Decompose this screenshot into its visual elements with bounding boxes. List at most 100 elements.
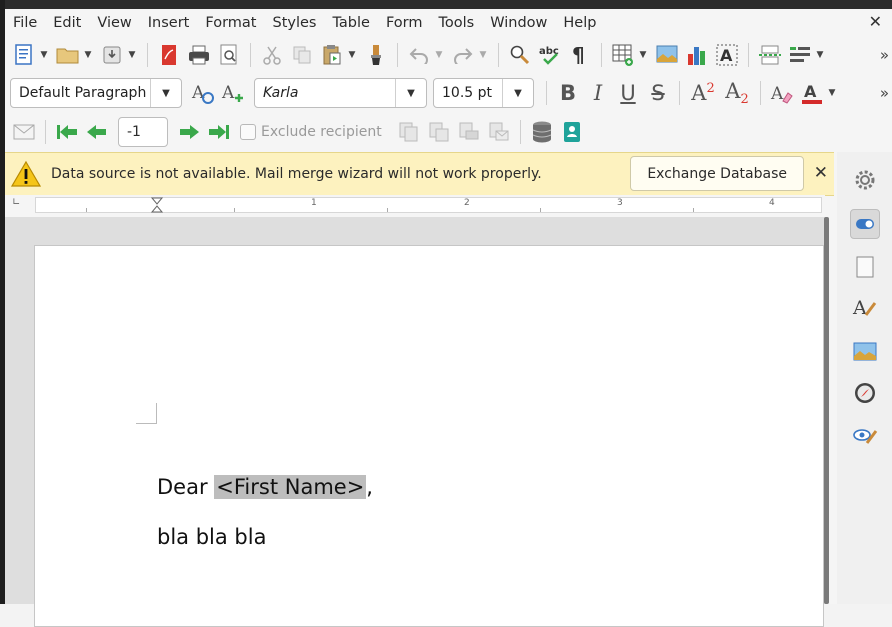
record-number-field[interactable]: -1 — [118, 117, 168, 147]
address-book-icon[interactable] — [559, 119, 585, 145]
strikethrough-button[interactable]: S — [643, 81, 673, 105]
font-color-dropdown-arrow[interactable]: ▼ — [827, 88, 837, 98]
sidebar-settings-gear-icon[interactable] — [850, 165, 880, 195]
open-folder-icon[interactable] — [55, 42, 81, 68]
print-preview-icon[interactable] — [216, 42, 242, 68]
sidebar-page-icon[interactable] — [850, 252, 880, 282]
find-replace-icon[interactable] — [507, 42, 533, 68]
font-name-combo[interactable]: Karla ▼ — [254, 78, 427, 108]
exchange-database-icon[interactable] — [529, 119, 555, 145]
formatting-marks-icon[interactable]: ¶ — [567, 42, 593, 68]
superscript-button[interactable]: A2 — [686, 81, 720, 105]
standard-toolbar-overflow-button[interactable]: » — [880, 46, 889, 64]
font-size-combo[interactable]: 10.5 pt ▼ — [433, 78, 534, 108]
formatting-toolbar: Default Paragraph ▼ A A Karla ▼ 10.5 pt … — [5, 75, 892, 111]
greeting-text: Dear — [157, 475, 215, 499]
next-entry-icon[interactable] — [176, 119, 202, 145]
font-color-icon[interactable]: A — [799, 80, 825, 106]
mail-merge-field-first-name[interactable]: <First Name> — [214, 475, 367, 499]
paste-dropdown-arrow[interactable]: ▼ — [347, 50, 357, 60]
save-merged-documents-icon[interactable] — [426, 119, 452, 145]
font-name-value: Karla — [263, 85, 299, 101]
mail-merge-wizard-icon[interactable] — [11, 119, 37, 145]
formatting-toolbar-overflow-button[interactable]: » — [880, 84, 889, 102]
print-merged-documents-icon[interactable] — [456, 119, 482, 145]
tab-stop-type-icon[interactable]: ∟ — [12, 197, 20, 208]
insert-page-break-icon[interactable] — [757, 42, 783, 68]
ruler-label: 1 — [311, 198, 317, 208]
horizontal-ruler[interactable]: ∟ 1 2 3 4 — [5, 195, 825, 217]
subscript-button[interactable]: A2 — [720, 79, 754, 107]
sidebar-styles-icon[interactable]: A — [850, 292, 880, 322]
insert-chart-icon[interactable] — [684, 42, 710, 68]
menu-insert[interactable]: Insert — [140, 15, 198, 31]
new-dropdown-arrow[interactable]: ▼ — [39, 50, 49, 60]
chevron-down-icon[interactable]: ▼ — [502, 79, 533, 107]
field-dropdown-arrow[interactable]: ▼ — [815, 50, 825, 60]
ruler-tick — [86, 208, 87, 212]
menu-window[interactable]: Window — [482, 15, 555, 31]
print-icon[interactable] — [186, 42, 212, 68]
insert-textbox-icon[interactable]: A — [714, 42, 740, 68]
chevron-down-icon[interactable]: ▼ — [395, 79, 426, 107]
new-document-icon[interactable] — [11, 42, 37, 68]
vertical-scrollbar[interactable] — [824, 217, 829, 604]
insert-field-icon[interactable] — [787, 42, 813, 68]
menu-styles[interactable]: Styles — [264, 15, 324, 31]
export-pdf-icon[interactable] — [156, 42, 182, 68]
standard-toolbar: ▼ ▼ ▼ ▼ ▼ ▼ abc ¶ ▼ A ▼ » — [5, 37, 892, 73]
sidebar-navigator-icon[interactable] — [850, 378, 880, 408]
open-dropdown-arrow[interactable]: ▼ — [83, 50, 93, 60]
first-entry-icon[interactable] — [54, 119, 80, 145]
sidebar-gallery-icon[interactable] — [850, 337, 880, 367]
clone-formatting-icon[interactable] — [363, 42, 389, 68]
close-infobar-button[interactable]: ✕ — [814, 163, 828, 183]
redo-dropdown-arrow[interactable]: ▼ — [478, 50, 488, 60]
save-icon[interactable] — [99, 42, 125, 68]
sidebar-properties-icon[interactable] — [850, 209, 880, 239]
menu-edit[interactable]: Edit — [45, 15, 89, 31]
undo-icon[interactable] — [406, 42, 432, 68]
bold-button[interactable]: B — [553, 81, 583, 105]
previous-entry-icon[interactable] — [84, 119, 110, 145]
document-line-body[interactable]: bla bla bla — [157, 525, 266, 549]
new-style-icon[interactable]: A — [220, 80, 246, 106]
close-document-button[interactable]: ✕ — [869, 12, 882, 31]
paragraph-style-combo[interactable]: Default Paragraph ▼ — [10, 78, 182, 108]
menu-form[interactable]: Form — [378, 15, 431, 31]
exclude-recipient-label: Exclude recipient — [261, 124, 382, 140]
checkbox-box[interactable] — [240, 124, 256, 140]
cut-icon[interactable] — [259, 42, 285, 68]
menu-format[interactable]: Format — [197, 15, 264, 31]
document-page[interactable]: Dear <First Name>, bla bla bla — [34, 245, 824, 627]
sidebar-manage-changes-icon[interactable] — [850, 420, 880, 450]
italic-button[interactable]: I — [583, 81, 613, 105]
edit-individual-documents-icon[interactable] — [396, 119, 422, 145]
indent-marker-icon[interactable] — [151, 197, 163, 213]
undo-dropdown-arrow[interactable]: ▼ — [434, 50, 444, 60]
menu-view[interactable]: View — [89, 15, 139, 31]
exchange-database-button[interactable]: Exchange Database — [630, 156, 804, 191]
copy-icon[interactable] — [289, 42, 315, 68]
spelling-icon[interactable]: abc — [537, 42, 563, 68]
underline-button[interactable]: U — [613, 81, 643, 105]
insert-table-icon[interactable] — [610, 42, 636, 68]
toolbar-separator — [760, 81, 761, 105]
update-style-icon[interactable]: A — [190, 80, 216, 106]
document-line-greeting[interactable]: Dear <First Name>, — [157, 475, 373, 499]
menu-file[interactable]: File — [5, 15, 45, 31]
table-dropdown-arrow[interactable]: ▼ — [638, 50, 648, 60]
redo-icon[interactable] — [450, 42, 476, 68]
menu-help[interactable]: Help — [555, 15, 604, 31]
send-email-messages-icon[interactable] — [486, 119, 512, 145]
last-entry-icon[interactable] — [206, 119, 232, 145]
menu-table[interactable]: Table — [324, 15, 378, 31]
save-dropdown-arrow[interactable]: ▼ — [127, 50, 137, 60]
menu-tools[interactable]: Tools — [431, 15, 483, 31]
insert-image-icon[interactable] — [654, 42, 680, 68]
toolbar-separator — [498, 43, 499, 67]
clear-formatting-icon[interactable]: A — [769, 80, 795, 106]
exclude-recipient-checkbox[interactable]: Exclude recipient — [240, 124, 382, 140]
chevron-down-icon[interactable]: ▼ — [150, 79, 181, 107]
paste-icon[interactable] — [319, 42, 345, 68]
